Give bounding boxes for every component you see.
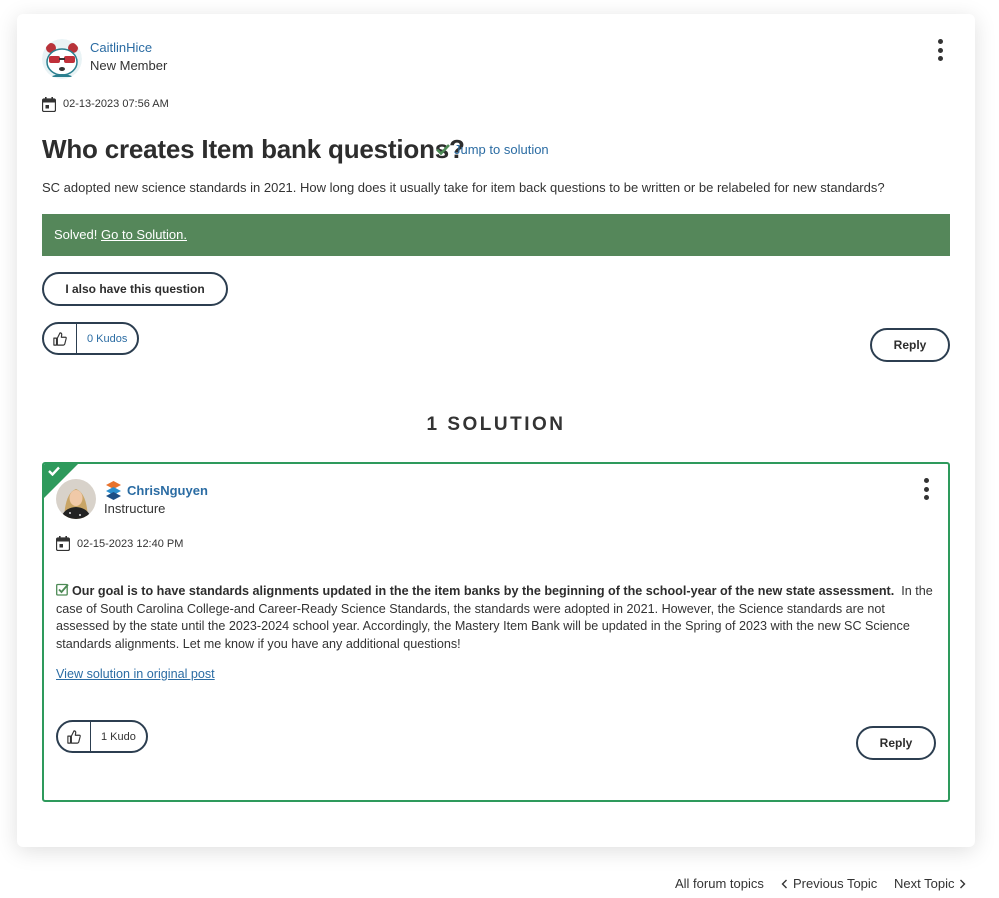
solution-author-username[interactable]: ChrisNguyen [127,483,208,498]
solution-reply-button[interactable]: Reply [856,726,936,760]
calendar-icon [42,97,56,112]
solution-author[interactable]: ChrisNguyen [105,481,208,500]
kudos-count[interactable]: 0 Kudos [77,324,137,353]
thumbs-up-icon [53,331,67,346]
solution-author-avatar[interactable] [56,479,96,519]
solution-options-icon[interactable] [923,478,929,500]
all-forum-topics-label: All forum topics [675,876,764,891]
chevron-left-icon [781,879,787,888]
chevron-right-icon [960,879,966,888]
topic-card: CaitlinHice New Member 02-13-2023 07:56 … [17,14,975,847]
solved-banner: Solved! Go to Solution. [42,214,950,256]
solution-heading: 1 SOLUTION [426,414,566,435]
jump-to-solution-link[interactable]: Jump to solution [436,142,549,157]
all-forum-topics-link[interactable]: All forum topics [675,876,764,891]
solution-bold-text: Our goal is to have standards alignments… [72,584,895,598]
author-username[interactable]: CaitlinHice [90,40,152,55]
jump-to-solution-label: Jump to solution [454,142,549,157]
solution-kudo-thumbs-up-button[interactable] [58,722,91,751]
solution-kudos-control: 1 Kudo [56,720,148,753]
calendar-icon [56,536,70,551]
previous-topic-label: Previous Topic [793,876,878,891]
previous-topic-link[interactable]: Previous Topic [781,876,877,891]
kudos-control: 0 Kudos [42,322,140,355]
next-topic-label: Next Topic [894,876,955,891]
accepted-solution: ChrisNguyen Instructure 02-15-2023 12:40… [42,462,950,802]
also-have-question-button[interactable]: I also have this question [42,272,228,306]
solution-body: Our goal is to have standards alignments… [56,583,940,653]
instructure-logo-icon [106,481,121,500]
solution-author-rank: Instructure [104,501,166,516]
page-title: Who creates Item bank questions? [42,134,465,164]
accepted-check-icon [48,466,60,476]
solved-prefix: Solved! [54,227,98,242]
post-options-icon[interactable] [937,39,943,61]
next-topic-link[interactable]: Next Topic [894,876,966,891]
solution-kudos-count[interactable]: 1 Kudo [91,722,146,751]
author-rank: New Member [90,58,168,73]
author-avatar[interactable] [42,39,82,79]
go-to-solution-link[interactable]: Go to Solution. [101,227,187,242]
post-body: SC adopted new science standards in 2021… [42,180,885,195]
post-date: 02-13-2023 07:56 AM [63,98,169,110]
reply-button[interactable]: Reply [870,328,950,362]
checkbox-checked-icon [56,583,69,596]
checkmark-icon [436,144,450,155]
view-solution-link[interactable]: View solution in original post [56,667,215,681]
kudo-thumbs-up-button[interactable] [44,324,77,353]
solution-date: 02-15-2023 12:40 PM [77,538,184,550]
thumbs-up-icon [67,729,81,744]
